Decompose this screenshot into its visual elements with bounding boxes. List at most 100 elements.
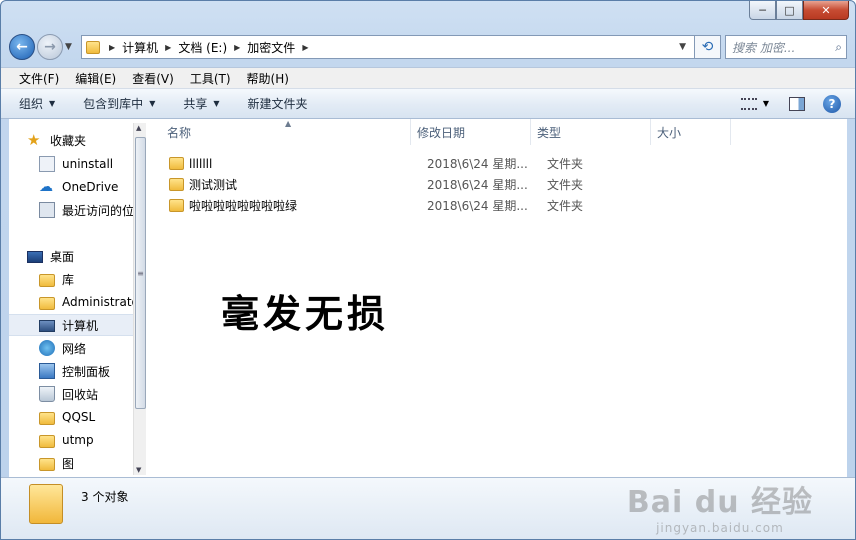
nav-item-control-panel[interactable]: 控制面板	[9, 360, 133, 382]
file-name: 啦啦啦啦啦啦啦啦绿	[189, 199, 298, 213]
organize-label: 组织	[19, 97, 44, 111]
nav-item-administrator[interactable]: Administrato	[9, 291, 133, 313]
nav-item-utmp[interactable]: utmp	[9, 429, 133, 451]
scroll-down-icon[interactable]: ▼	[136, 466, 141, 474]
nav-item-qqsl[interactable]: QQSL	[9, 406, 133, 428]
nav-item-library[interactable]: 库	[9, 268, 133, 290]
breadcrumb-folder[interactable]: 加密文件	[247, 39, 295, 56]
nav-item-uninstall[interactable]: uninstall	[9, 153, 133, 175]
preview-pane-icon[interactable]	[789, 96, 805, 111]
folder-icon	[39, 457, 55, 471]
navigation-pane: ★ 收藏夹 uninstall ☁ OneDrive 最近访问的位 桌面 库 A…	[9, 119, 133, 479]
nav-label: uninstall	[62, 157, 114, 171]
nav-item-onedrive[interactable]: ☁ OneDrive	[9, 176, 133, 198]
search-input[interactable]: 搜索 加密... ⌕	[725, 35, 847, 59]
forward-button[interactable]: →	[37, 34, 63, 60]
nav-favorites[interactable]: ★ 收藏夹	[9, 129, 133, 151]
baidu-logo: Bai du 经验	[626, 485, 813, 520]
share-button[interactable]: 共享 ▼	[183, 95, 219, 112]
include-library-button[interactable]: 包含到库中 ▼	[83, 95, 155, 112]
view-controls: ▼ ?	[740, 94, 841, 113]
folder-icon	[86, 40, 100, 54]
menu-edit[interactable]: 编辑(E)	[67, 70, 124, 87]
breadcrumb-separator[interactable]: ▶	[302, 43, 308, 52]
nav-label: 计算机	[62, 318, 99, 333]
column-type[interactable]: 类型	[531, 119, 651, 145]
nav-label: Administrato	[62, 295, 133, 309]
column-modified[interactable]: 修改日期	[411, 119, 531, 145]
file-modified: 2018\6\24 星期...	[427, 178, 528, 192]
nav-label: 控制面板	[62, 364, 111, 379]
folder-icon	[29, 484, 63, 524]
column-headers: 名称 修改日期 类型 大小	[149, 119, 847, 145]
menu-file[interactable]: 文件(F)	[11, 70, 67, 87]
share-label: 共享	[183, 97, 208, 111]
recent-places-icon	[39, 202, 55, 218]
nav-item-computer[interactable]: 计算机	[9, 314, 133, 336]
folder-icon	[39, 434, 55, 448]
nav-item-recent[interactable]: 最近访问的位	[9, 199, 133, 221]
refresh-button[interactable]: ⟲	[695, 35, 721, 59]
table-row[interactable]: 测试测试 2018\6\24 星期... 文件夹	[149, 174, 847, 195]
nav-label: 桌面	[50, 249, 75, 264]
chevron-down-icon: ▼	[213, 99, 220, 108]
search-placeholder: 搜索 加密...	[732, 40, 796, 55]
address-dropdown-icon[interactable]: ▼	[671, 42, 694, 52]
file-type: 文件夹	[547, 178, 584, 192]
nav-item-recycle-bin[interactable]: 回收站	[9, 383, 133, 405]
view-dropdown-icon[interactable]: ▼	[763, 99, 769, 108]
scroll-up-icon[interactable]: ▲	[136, 124, 141, 132]
overlay-caption: 毫发无损	[221, 291, 390, 336]
nav-item-pictures[interactable]: 图	[9, 452, 133, 474]
nav-label: 图	[62, 456, 75, 471]
nav-label: QQSL	[62, 410, 96, 424]
menu-help[interactable]: 帮助(H)	[239, 70, 297, 87]
table-row[interactable]: lllllll 2018\6\24 星期... 文件夹	[149, 153, 847, 174]
file-name: lllllll	[189, 156, 213, 171]
breadcrumb-drive[interactable]: 文档 (E:)	[178, 39, 227, 56]
arrow-right-icon: →	[44, 39, 56, 55]
chevron-down-icon: ▼	[149, 99, 156, 108]
maximize-button[interactable]: □	[776, 1, 803, 20]
nav-label: 网络	[62, 341, 87, 356]
document-icon	[39, 156, 55, 172]
file-type: 文件夹	[547, 199, 584, 213]
file-type: 文件夹	[547, 157, 584, 171]
column-size[interactable]: 大小	[651, 119, 731, 145]
table-row[interactable]: 啦啦啦啦啦啦啦啦绿 2018\6\24 星期... 文件夹	[149, 195, 847, 216]
folder-icon	[169, 157, 184, 170]
scrollbar-thumb[interactable]: ≡	[135, 137, 146, 409]
new-folder-label: 新建文件夹	[247, 97, 308, 111]
nav-item-network[interactable]: 网络	[9, 337, 133, 359]
folder-icon	[39, 411, 55, 425]
column-name[interactable]: 名称	[149, 119, 411, 145]
recent-pages-dropdown[interactable]: ▼	[65, 42, 75, 52]
nav-desktop[interactable]: 桌面	[9, 245, 133, 267]
minimize-button[interactable]: ─	[749, 1, 776, 20]
help-icon[interactable]: ?	[823, 94, 841, 113]
close-button[interactable]: ✕	[803, 1, 849, 20]
details-pane: 3 个对象 Bai du 经验 jingyan.baidu.com	[1, 477, 855, 539]
breadcrumb-separator[interactable]: ▶	[165, 43, 171, 52]
back-button[interactable]: ←	[9, 34, 35, 60]
file-modified: 2018\6\24 星期...	[427, 199, 528, 213]
new-folder-button[interactable]: 新建文件夹	[248, 95, 308, 112]
menu-tools[interactable]: 工具(T)	[182, 70, 239, 87]
breadcrumb-computer[interactable]: 计算机	[122, 39, 158, 56]
view-options-icon[interactable]	[740, 97, 757, 110]
user-folder-icon	[39, 296, 55, 310]
menu-view[interactable]: 查看(V)	[124, 70, 182, 87]
file-list: ▲ 名称 修改日期 类型 大小 lllllll 2018\6\24 星期... …	[149, 119, 847, 479]
navigation-scrollbar[interactable]: ▲ ≡ ▼	[133, 123, 146, 475]
breadcrumb-separator[interactable]: ▶	[234, 43, 240, 52]
organize-button[interactable]: 组织 ▼	[19, 95, 55, 112]
arrow-left-icon: ←	[16, 39, 28, 55]
file-name: 测试测试	[189, 178, 238, 192]
explorer-window: ─ □ ✕ ← → ▼ ▶ 计算机 ▶ 文档 (E:) ▶ 加密文件 ▶ ▼ ⟲…	[0, 0, 856, 540]
refresh-icon: ⟲	[701, 39, 714, 55]
menu-bar: 文件(F) 编辑(E) 查看(V) 工具(T) 帮助(H)	[1, 67, 855, 89]
star-icon: ★	[27, 131, 41, 149]
address-bar[interactable]: ▶ 计算机 ▶ 文档 (E:) ▶ 加密文件 ▶ ▼	[81, 35, 695, 59]
breadcrumb-separator[interactable]: ▶	[109, 43, 115, 52]
search-icon[interactable]: ⌕	[835, 40, 842, 55]
